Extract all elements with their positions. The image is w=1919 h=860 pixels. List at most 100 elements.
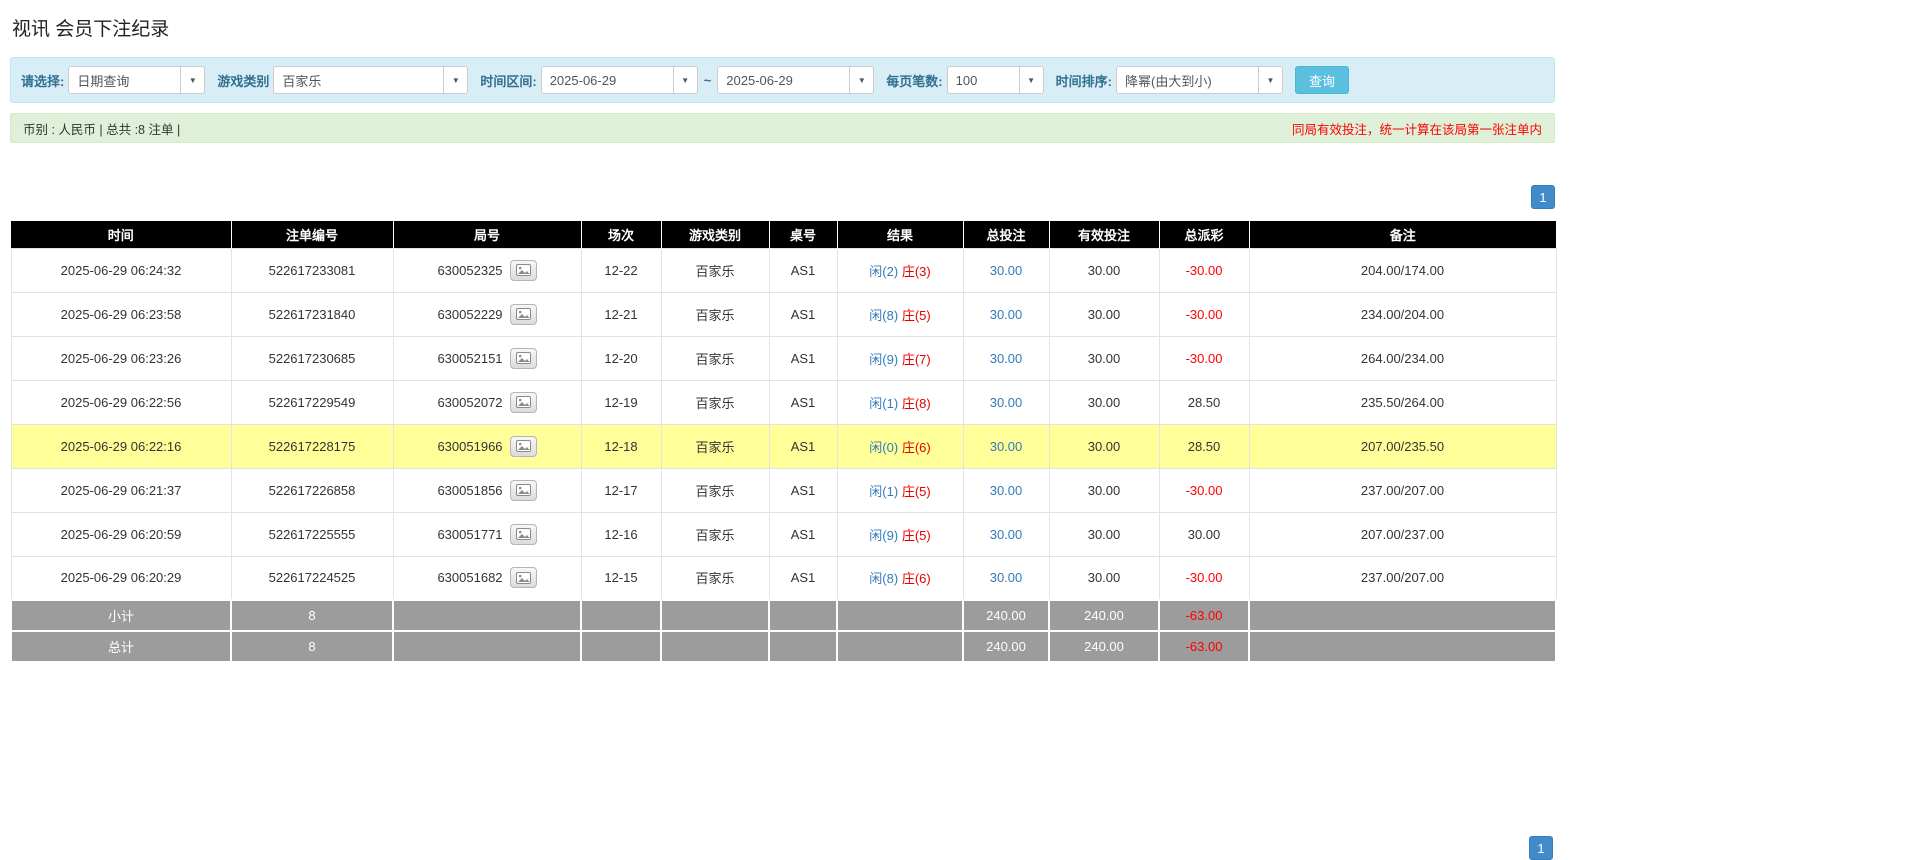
date-to-dropdown-button[interactable]: ▼ <box>849 66 875 94</box>
cards-icon <box>515 352 531 364</box>
result-banker: 庄(5) <box>901 307 931 323</box>
cell-note: 235.50/264.00 <box>1248 379 1557 425</box>
sort-order-dropdown-button[interactable]: ▼ <box>1257 66 1283 94</box>
betting-records-table: 时间 注单编号 局号 场次 游戏类别 桌号 结果 总投注 有效投注 总派彩 备注 2025-06-2… <box>10 221 1557 663</box>
view-result-button[interactable] <box>509 347 537 369</box>
view-result-button[interactable] <box>509 479 537 501</box>
cell-total-payout: -30.00 <box>1158 335 1250 381</box>
summary-total-bet: 240.00 <box>962 630 1050 663</box>
cell-total-payout: 30.00 <box>1158 511 1250 557</box>
view-result-button[interactable] <box>509 259 537 281</box>
table-row: 2025-06-29 06:24:32 522617233081 6300523… <box>10 247 1557 293</box>
total-bet-link[interactable]: 30.00 <box>990 439 1023 454</box>
cell-note: 204.00/174.00 <box>1248 247 1557 293</box>
cards-icon <box>515 571 531 584</box>
view-result-button[interactable] <box>509 303 537 325</box>
cell-table-number: AS1 <box>768 247 838 293</box>
cell-total-bet: 30.00 <box>962 291 1050 337</box>
page-size-dropdown-button[interactable]: ▼ <box>1018 66 1044 94</box>
cell-round-number: 630051856 <box>392 467 582 513</box>
result-player: 闲(8) <box>869 571 899 587</box>
total-bet-link[interactable]: 30.00 <box>990 527 1023 542</box>
table-row: 2025-06-29 06:22:56 522617229549 6300520… <box>10 379 1557 425</box>
cell-note: 237.00/207.00 <box>1248 467 1557 513</box>
total-bet-link[interactable]: 30.00 <box>990 351 1023 366</box>
result-banker: 庄(5) <box>901 527 931 543</box>
cell-session: 12-18 <box>580 423 662 469</box>
summary-label: 小计 <box>10 599 232 632</box>
cell-result: 闲(8) 庄(6) <box>836 555 964 601</box>
total-bet-link[interactable]: 30.00 <box>990 570 1023 585</box>
round-number-text: 630052229 <box>437 306 503 322</box>
column-header: 总派彩 <box>1159 221 1250 248</box>
total-bet-link[interactable]: 30.00 <box>990 307 1023 322</box>
page-button-1[interactable]: 1 <box>1531 185 1555 209</box>
sort-order-input[interactable] <box>1115 66 1258 94</box>
cell-total-payout: -30.00 <box>1158 291 1250 337</box>
sort-order-label: 时间排序: <box>1055 73 1112 89</box>
table-header-row: 时间 注单编号 局号 场次 游戏类别 桌号 结果 总投注 有效投注 总派彩 备注 <box>11 221 1556 248</box>
date-range-label: 时间区间: <box>480 73 537 89</box>
cell-game-type: 百家乐 <box>660 335 770 381</box>
cards-icon <box>515 396 531 408</box>
cell-time: 2025-06-29 06:21:37 <box>10 467 232 513</box>
summary-label: 总计 <box>10 630 232 663</box>
cell-valid-bet: 30.00 <box>1048 555 1160 601</box>
result-player: 闲(8) <box>869 307 899 323</box>
cell-total-payout: 28.50 <box>1158 423 1250 469</box>
summary-valid-bet: 240.00 <box>1048 599 1160 632</box>
game-type-dropdown-button[interactable]: ▼ <box>443 66 469 94</box>
round-number-text: 630052072 <box>437 394 503 410</box>
page-size-input[interactable] <box>946 66 1019 94</box>
cell-total-bet: 30.00 <box>962 511 1050 557</box>
page-size-combo: ▼ <box>946 66 1044 94</box>
cell-table-number: AS1 <box>768 467 838 513</box>
caret-down-icon: ▼ <box>1266 75 1275 85</box>
caret-down-icon: ▼ <box>857 75 866 85</box>
cell-order-number: 522617231840 <box>230 291 394 337</box>
total-bet-link[interactable]: 30.00 <box>990 395 1023 410</box>
cell-table-number: AS1 <box>768 291 838 337</box>
table-row: 2025-06-29 06:22:16 522617228175 6300519… <box>10 423 1557 469</box>
column-header: 总投注 <box>963 221 1050 248</box>
cell-time: 2025-06-29 06:23:58 <box>10 291 232 337</box>
total-bet-link[interactable]: 30.00 <box>990 263 1023 278</box>
cell-note: 207.00/235.50 <box>1248 423 1557 469</box>
cell-total-bet: 30.00 <box>962 335 1050 381</box>
date-separator: ~ <box>703 72 712 88</box>
table-row: 2025-06-29 06:20:59 522617225555 6300517… <box>10 511 1557 557</box>
result-player: 闲(1) <box>869 395 899 411</box>
caret-down-icon: ▼ <box>681 75 690 85</box>
cell-order-number: 522617228175 <box>230 423 394 469</box>
view-result-button[interactable] <box>509 391 537 413</box>
view-result-button[interactable] <box>509 567 537 589</box>
page-button-bottom[interactable]: 1 <box>1529 836 1553 860</box>
result-banker: 庄(6) <box>901 439 931 455</box>
notice-text: 同局有效投注，统一计算在该局第一张注单内 <box>1291 122 1542 137</box>
cell-game-type: 百家乐 <box>660 291 770 337</box>
total-bet-link[interactable]: 30.00 <box>990 483 1023 498</box>
summary-valid-bet: 240.00 <box>1048 630 1160 663</box>
column-header: 游戏类别 <box>661 221 770 248</box>
select-type-dropdown-button[interactable]: ▼ <box>180 66 206 94</box>
view-result-button[interactable] <box>509 435 537 457</box>
result-banker: 庄(6) <box>901 571 931 587</box>
date-from-input[interactable] <box>540 66 673 94</box>
game-type-input[interactable] <box>273 66 444 94</box>
cell-round-number: 630051682 <box>392 555 582 601</box>
select-type-input[interactable] <box>68 66 181 94</box>
result-banker: 庄(3) <box>901 263 931 279</box>
search-button[interactable]: 查询 <box>1294 66 1349 94</box>
date-from-dropdown-button[interactable]: ▼ <box>672 66 698 94</box>
cell-round-number: 630052325 <box>392 247 582 293</box>
view-result-button[interactable] <box>509 523 537 545</box>
date-to-input[interactable] <box>717 66 850 94</box>
cell-valid-bet: 30.00 <box>1048 423 1160 469</box>
cell-round-number: 630052151 <box>392 335 582 381</box>
cards-icon <box>515 528 531 540</box>
round-number-text: 630052151 <box>437 350 503 366</box>
cell-total-bet: 30.00 <box>962 555 1050 601</box>
filter-bar: 请选择: ▼ 游戏类别 ▼ 时间区间: ▼ ~ ▼ 每页笔数: ▼ 时间排序: … <box>10 57 1555 103</box>
page-size-label: 每页笔数: <box>886 73 943 89</box>
summary-bar: 币别 : 人民币 | 总共 :8 注单 | 同局有效投注，统一计算在该局第一张注… <box>10 113 1555 143</box>
